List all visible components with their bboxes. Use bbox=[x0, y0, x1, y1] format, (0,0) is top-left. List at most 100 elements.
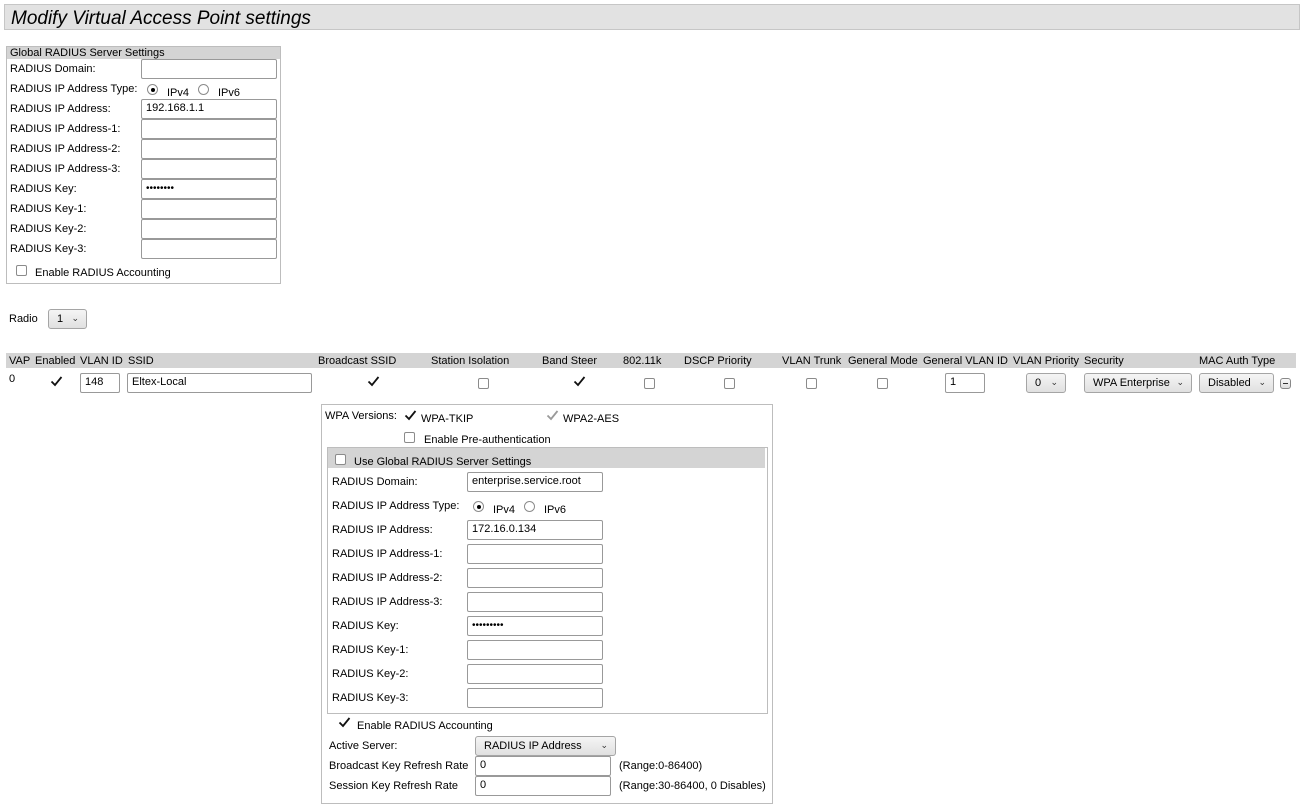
radio-select[interactable]: 1 ⌄ bbox=[48, 309, 87, 329]
global-radius-domain-label: RADIUS Domain: bbox=[10, 63, 96, 75]
global-radius-ipv6-radio[interactable] bbox=[198, 84, 209, 95]
session-range-text: (Range:30-86400, 0 Disables) bbox=[619, 780, 766, 792]
band-steer-checkbox[interactable] bbox=[573, 376, 586, 389]
wpa2-aes-checkbox bbox=[546, 410, 559, 423]
chevron-down-icon: ⌄ bbox=[1176, 377, 1184, 387]
radio-label: Radio bbox=[9, 313, 38, 325]
check-icon bbox=[573, 376, 586, 387]
radius-ip1-input[interactable] bbox=[467, 544, 603, 564]
global-radius-key2-input[interactable] bbox=[141, 219, 277, 239]
global-radius-key3-input[interactable] bbox=[141, 239, 277, 259]
col-security: Security bbox=[1084, 355, 1124, 367]
chevron-down-icon: ⌄ bbox=[1050, 377, 1058, 387]
active-server-value: RADIUS IP Address bbox=[484, 740, 582, 752]
global-radius-ipv6-label: IPv6 bbox=[218, 87, 241, 99]
col-enabled: Enabled bbox=[35, 355, 76, 367]
global-radius-accounting-checkbox[interactable] bbox=[16, 265, 27, 276]
dscp-priority-checkbox[interactable] bbox=[724, 378, 735, 389]
wpa-tkip-checkbox[interactable] bbox=[404, 410, 417, 423]
bcast-refresh-input[interactable]: 0 bbox=[475, 756, 611, 776]
use-global-checkbox[interactable] bbox=[335, 454, 346, 465]
radius-accounting-checkbox[interactable] bbox=[338, 717, 351, 730]
col-general-vlan-id: General VLAN ID bbox=[923, 355, 1008, 367]
radius-ipv4-radio[interactable] bbox=[473, 501, 484, 512]
vlan-trunk-checkbox[interactable] bbox=[806, 378, 817, 389]
station-isolation-checkbox[interactable] bbox=[478, 378, 489, 389]
global-radius-key-input[interactable]: •••••••• bbox=[141, 179, 277, 199]
session-refresh-input[interactable]: 0 bbox=[475, 776, 611, 796]
global-radius-ip1-label: RADIUS IP Address-1: bbox=[10, 123, 121, 135]
preauth-checkbox[interactable] bbox=[404, 432, 415, 443]
check-icon bbox=[367, 376, 380, 387]
global-radius-ipv4-radio[interactable] bbox=[147, 84, 158, 95]
radius-key1-label: RADIUS Key-1: bbox=[332, 644, 409, 656]
vlan-id-input[interactable]: 148 bbox=[80, 373, 120, 393]
radius-ipv6-radio[interactable] bbox=[524, 501, 535, 512]
check-icon bbox=[546, 410, 559, 421]
radius-ip-type-label: RADIUS IP Address Type: bbox=[332, 500, 460, 512]
col-ssid: SSID bbox=[128, 355, 154, 367]
global-radius-ip-input[interactable]: 192.168.1.1 bbox=[141, 99, 277, 119]
global-radius-ipv4-label: IPv4 bbox=[167, 87, 190, 99]
global-radius-key1-label: RADIUS Key-1: bbox=[10, 203, 87, 215]
vlan-priority-select[interactable]: 0 ⌄ bbox=[1026, 373, 1066, 393]
global-radius-ip-label: RADIUS IP Address: bbox=[10, 103, 111, 115]
vap-index: 0 bbox=[9, 373, 16, 385]
radius-domain-input[interactable]: enterprise.service.root bbox=[467, 472, 603, 492]
enabled-checkbox[interactable] bbox=[50, 376, 63, 389]
vlan-priority-value: 0 bbox=[1035, 377, 1042, 389]
radius-accounting-label: Enable RADIUS Accounting bbox=[357, 720, 493, 732]
global-radius-accounting-label: Enable RADIUS Accounting bbox=[35, 267, 171, 279]
col-vlan-id: VLAN ID bbox=[80, 355, 123, 367]
session-refresh-label: Session Key Refresh Rate bbox=[329, 780, 459, 792]
col-vlan-priority: VLAN Priority bbox=[1013, 355, 1080, 367]
global-radius-domain-input[interactable] bbox=[141, 59, 277, 79]
radius-domain-label: RADIUS Domain: bbox=[332, 476, 418, 488]
ssid-input[interactable]: Eltex-Local bbox=[127, 373, 312, 393]
radius-ip2-input[interactable] bbox=[467, 568, 603, 588]
wpa2-aes-label: WPA2-AES bbox=[563, 413, 620, 425]
global-radius-ip2-input[interactable] bbox=[141, 139, 277, 159]
global-radius-ip3-input[interactable] bbox=[141, 159, 277, 179]
collapse-icon[interactable] bbox=[1280, 378, 1291, 389]
col-broadcast-ssid: Broadcast SSID bbox=[318, 355, 397, 367]
radius-ip-input[interactable]: 172.16.0.134 bbox=[467, 520, 603, 540]
chevron-down-icon: ⌄ bbox=[600, 740, 608, 750]
security-select[interactable]: WPA Enterprise ⌄ bbox=[1084, 373, 1192, 393]
global-radius-key2-label: RADIUS Key-2: bbox=[10, 223, 87, 235]
broadcast-ssid-checkbox[interactable] bbox=[367, 376, 380, 389]
global-radius-key1-input[interactable] bbox=[141, 199, 277, 219]
global-radius-title: Global RADIUS Server Settings bbox=[10, 47, 165, 59]
radius-ipv4-label: IPv4 bbox=[493, 504, 516, 516]
security-value: WPA Enterprise bbox=[1093, 377, 1170, 389]
radio-select-value: 1 bbox=[57, 313, 64, 325]
wpa-versions-label: WPA Versions: bbox=[325, 410, 397, 422]
radius-key-label: RADIUS Key: bbox=[332, 620, 399, 632]
radius-ip3-label: RADIUS IP Address-3: bbox=[332, 596, 443, 608]
global-radius-key3-label: RADIUS Key-3: bbox=[10, 243, 87, 255]
radius-ip-label: RADIUS IP Address: bbox=[332, 524, 433, 536]
global-radius-ip1-input[interactable] bbox=[141, 119, 277, 139]
radius-key2-label: RADIUS Key-2: bbox=[332, 668, 409, 680]
dot11k-checkbox[interactable] bbox=[644, 378, 655, 389]
page-title: Modify Virtual Access Point settings bbox=[11, 8, 311, 29]
mac-auth-type-select[interactable]: Disabled ⌄ bbox=[1199, 373, 1274, 393]
radius-key1-input[interactable] bbox=[467, 640, 603, 660]
check-icon bbox=[404, 410, 417, 421]
general-mode-checkbox[interactable] bbox=[877, 378, 888, 389]
chevron-down-icon: ⌄ bbox=[1258, 377, 1266, 387]
radius-key3-input[interactable] bbox=[467, 688, 603, 708]
preauth-label: Enable Pre-authentication bbox=[424, 434, 551, 446]
global-radius-ip3-label: RADIUS IP Address-3: bbox=[10, 163, 121, 175]
page-header: Modify Virtual Access Point settings bbox=[4, 4, 1300, 30]
check-icon bbox=[50, 376, 63, 387]
radius-ip3-input[interactable] bbox=[467, 592, 603, 612]
col-vap: VAP bbox=[9, 355, 31, 367]
col-mac-auth-type: MAC Auth Type bbox=[1199, 355, 1276, 367]
wpa-tkip-label: WPA-TKIP bbox=[421, 413, 474, 425]
check-icon bbox=[338, 717, 351, 728]
general-vlan-id-input[interactable]: 1 bbox=[945, 373, 985, 393]
active-server-select[interactable]: RADIUS IP Address ⌄ bbox=[475, 736, 616, 756]
radius-key2-input[interactable] bbox=[467, 664, 603, 684]
radius-key-input[interactable]: ••••••••• bbox=[467, 616, 603, 636]
